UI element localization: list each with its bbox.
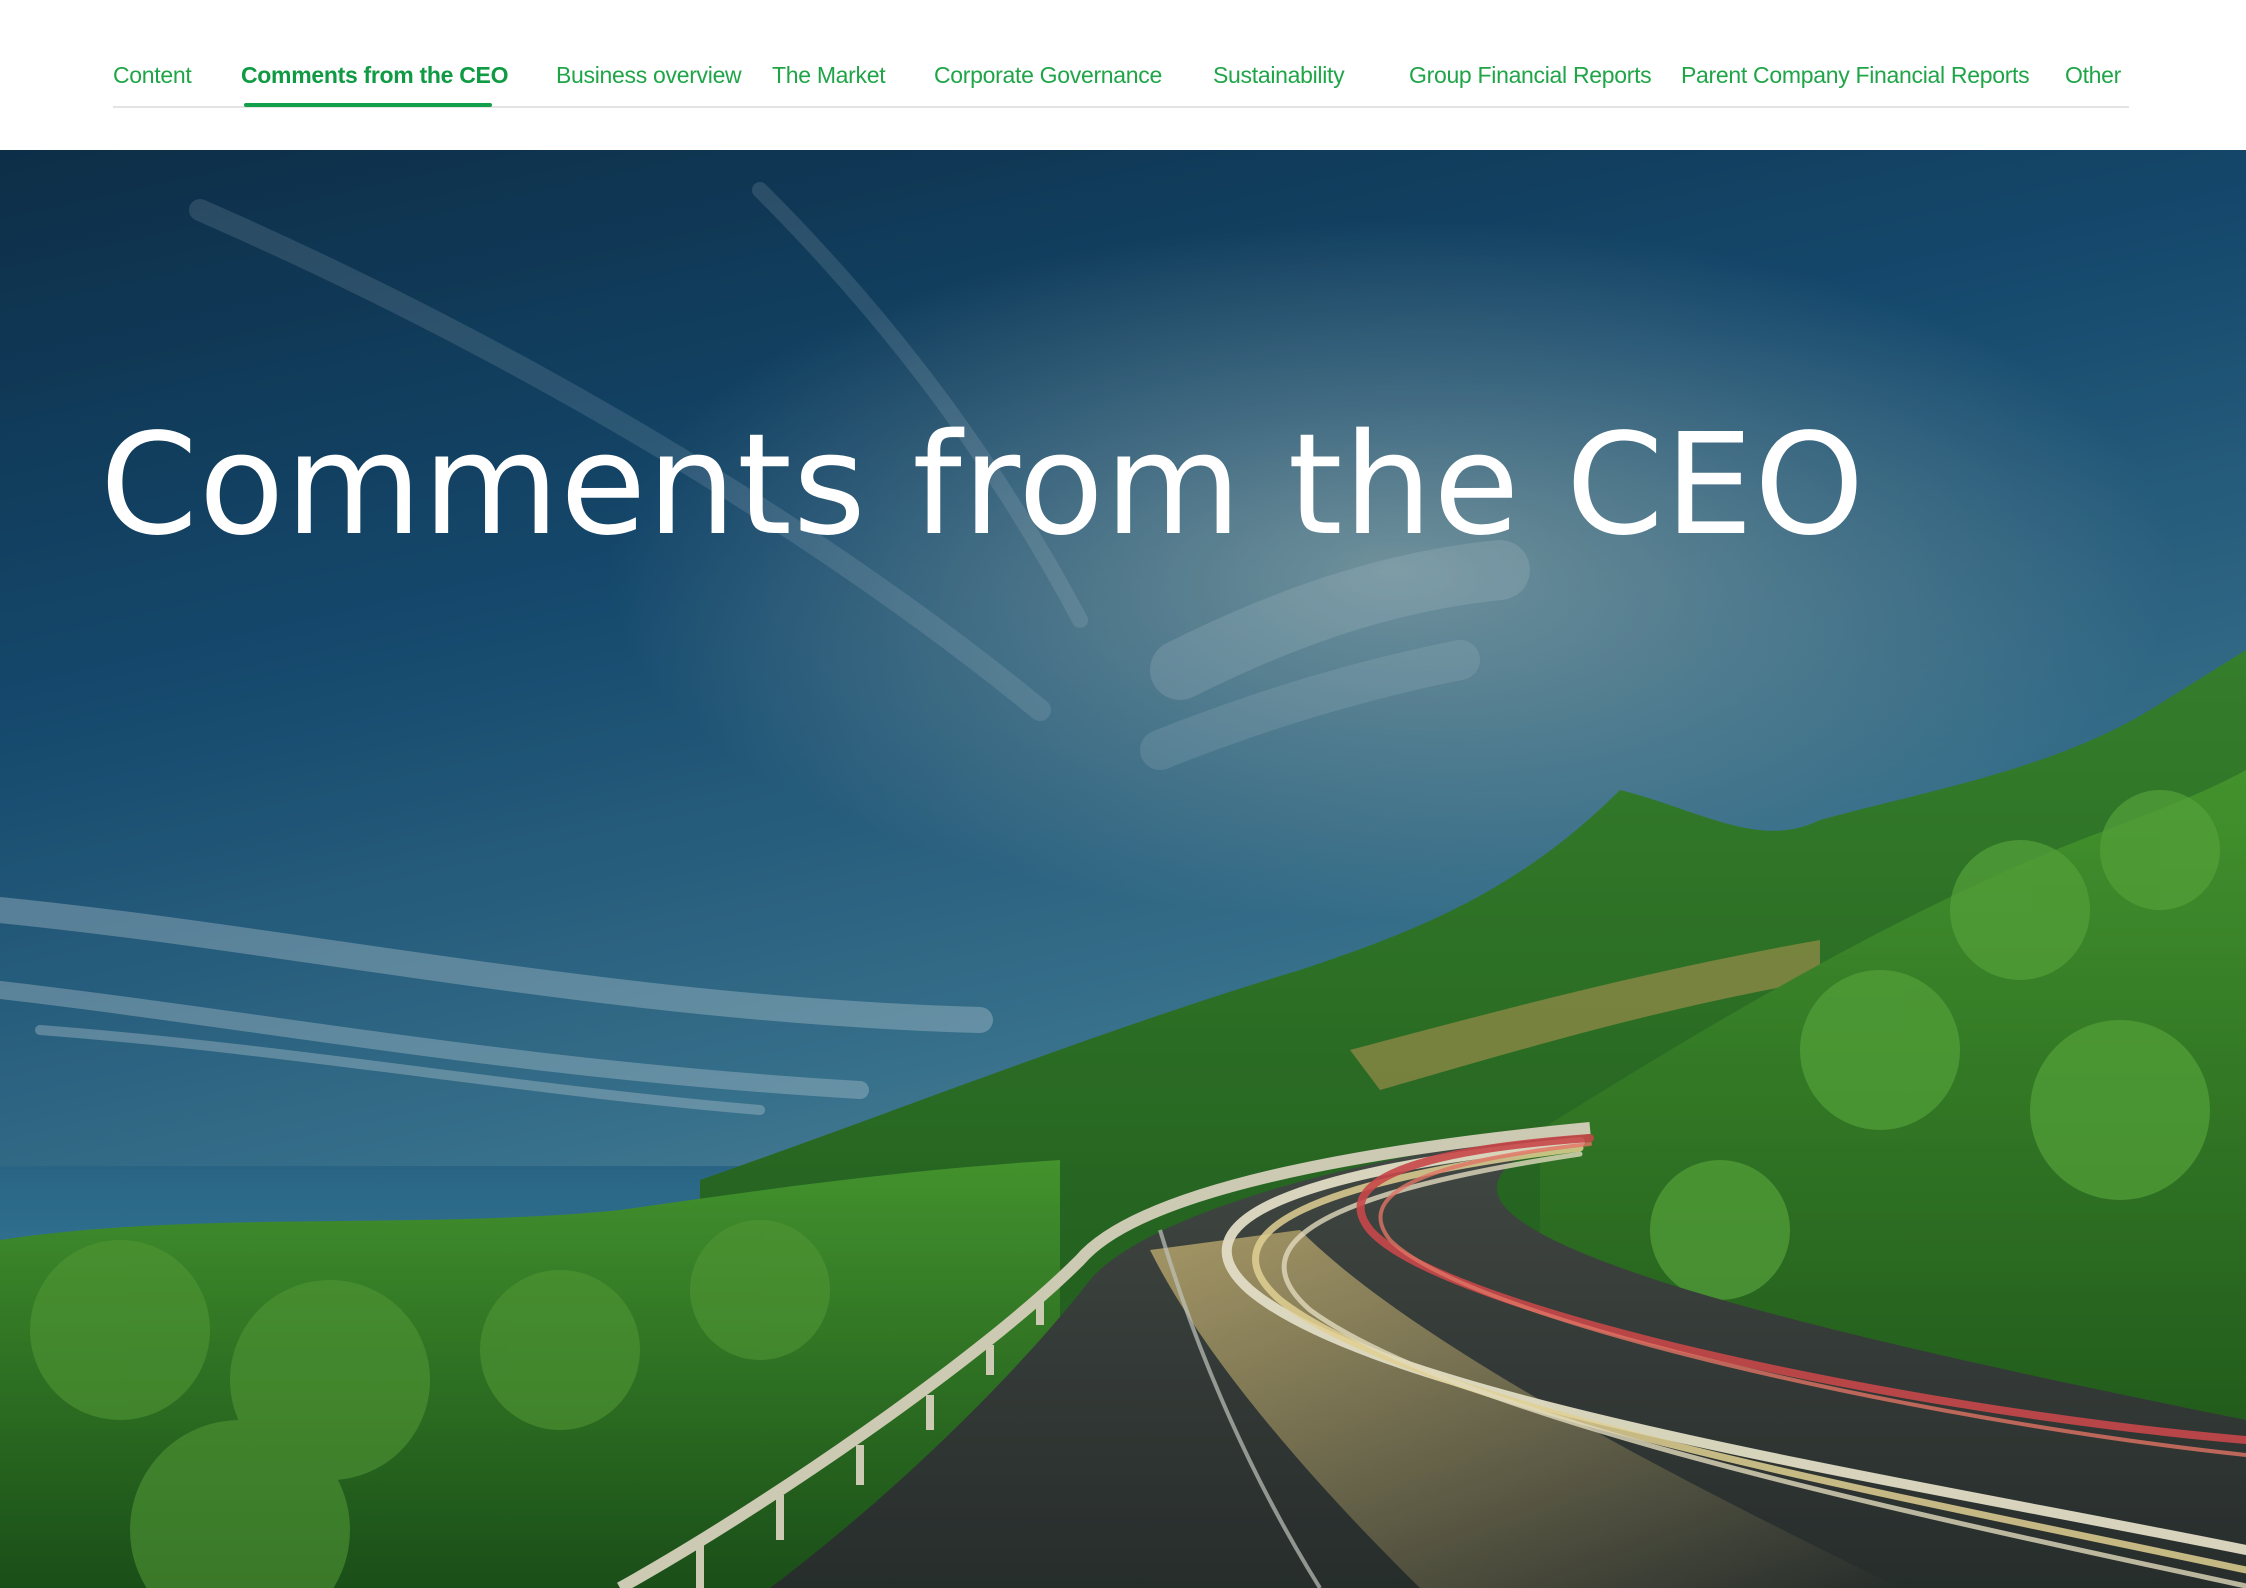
nav-item-corporate-governance[interactable]: Corporate Governance [934, 62, 1162, 89]
nav-item-comments-from-the-ceo[interactable]: Comments from the CEO [241, 62, 508, 89]
nav-item-other[interactable]: Other [2065, 62, 2121, 89]
section-nav: Content Comments from the CEO Business o… [113, 0, 2129, 108]
nav-item-content[interactable]: Content [113, 62, 192, 89]
top-navigation-bar: Content Comments from the CEO Business o… [0, 0, 2246, 150]
hero-banner: Comments from the CEO [0, 150, 2246, 1588]
page-title: Comments from the CEO [100, 404, 1866, 567]
hero-landscape-image [0, 150, 2246, 1588]
nav-item-group-financial-reports[interactable]: Group Financial Reports [1409, 62, 1652, 89]
nav-item-parent-company-financial-reports[interactable]: Parent Company Financial Reports [1681, 62, 2030, 89]
nav-item-the-market[interactable]: The Market [772, 62, 886, 89]
active-tab-underline [244, 103, 492, 107]
nav-item-business-overview[interactable]: Business overview [556, 62, 742, 89]
nav-item-sustainability[interactable]: Sustainability [1213, 62, 1345, 89]
